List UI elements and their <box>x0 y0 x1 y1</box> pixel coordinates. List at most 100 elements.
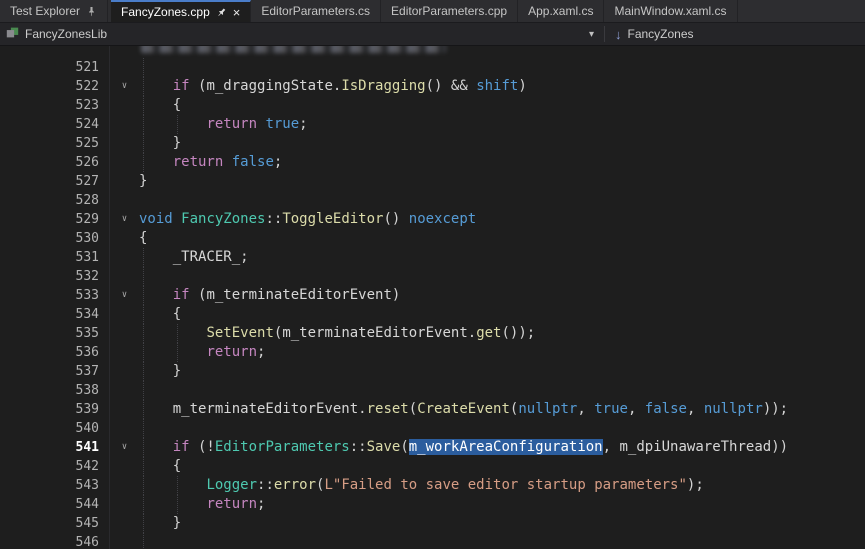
project-dropdown[interactable]: FancyZonesLib ▾ <box>0 23 604 45</box>
code-line[interactable]: 539 m_terminateEditorEvent.reset(CreateE… <box>0 400 865 419</box>
code-token: { <box>139 230 147 246</box>
code-text[interactable]: } <box>139 514 865 533</box>
code-line[interactable]: 546 <box>0 533 865 549</box>
member-dropdown[interactable]: ↓ FancyZones <box>605 23 704 45</box>
code-text[interactable] <box>139 267 865 286</box>
tab-test-explorer[interactable]: Test Explorer <box>0 0 108 22</box>
code-line[interactable]: 544 return; <box>0 495 865 514</box>
code-line[interactable]: 522∨ if (m_draggingState.IsDragging() &&… <box>0 77 865 96</box>
code-token: } <box>139 135 181 151</box>
code-text[interactable]: Logger::error(L"Failed to save editor st… <box>139 476 865 495</box>
code-line[interactable]: 530{ <box>0 229 865 248</box>
code-line[interactable]: 537 } <box>0 362 865 381</box>
line-number: 542 <box>0 457 110 476</box>
code-text[interactable] <box>139 381 865 400</box>
code-text[interactable]: SetEvent(m_terminateEditorEvent.get()); <box>139 324 865 343</box>
code-token: (! <box>190 439 215 455</box>
code-lines: 521522∨ if (m_draggingState.IsDragging()… <box>0 46 865 549</box>
code-text[interactable]: void FancyZones::ToggleEditor() noexcept <box>139 210 865 229</box>
fold-arrow-icon[interactable]: ∨ <box>122 442 127 452</box>
tab-mainwindow-xaml-cs[interactable]: MainWindow.xaml.cs <box>604 0 737 22</box>
code-line[interactable]: 543 Logger::error(L"Failed to save edito… <box>0 476 865 495</box>
code-line[interactable]: 532 <box>0 267 865 286</box>
code-line[interactable]: 541∨ if (!EditorParameters::Save(m_workA… <box>0 438 865 457</box>
code-line[interactable]: 542 { <box>0 457 865 476</box>
code-text[interactable]: } <box>139 362 865 381</box>
code-editor[interactable]: 521522∨ if (m_draggingState.IsDragging()… <box>0 46 865 549</box>
code-token <box>139 154 173 170</box>
chevron-down-icon[interactable]: ▾ <box>589 29 594 40</box>
line-number: 528 <box>0 191 110 210</box>
code-line[interactable]: 535 SetEvent(m_terminateEditorEvent.get(… <box>0 324 865 343</box>
code-line[interactable]: 536 return; <box>0 343 865 362</box>
code-line[interactable]: 521 <box>0 58 865 77</box>
tab-editorparameters-cpp[interactable]: EditorParameters.cpp <box>381 0 518 22</box>
code-line[interactable]: 527} <box>0 172 865 191</box>
fold-margin <box>110 58 139 77</box>
code-text[interactable]: return; <box>139 495 865 514</box>
code-text[interactable]: } <box>139 134 865 153</box>
code-line[interactable]: 533 ∨ if (m_terminateEditorEvent) <box>0 286 865 305</box>
tab-app-xaml-cs[interactable]: App.xaml.cs <box>518 0 604 22</box>
code-text[interactable]: if (m_terminateEditorEvent) <box>139 286 865 305</box>
code-text[interactable]: m_terminateEditorEvent.reset(CreateEvent… <box>139 400 865 419</box>
code-token: , <box>628 401 645 417</box>
tab-editorparameters-cs[interactable]: EditorParameters.cs <box>251 0 381 22</box>
code-token: return <box>173 154 224 170</box>
code-token: nullptr <box>518 401 577 417</box>
code-text[interactable] <box>139 191 865 210</box>
code-text[interactable]: } <box>139 172 865 191</box>
code-token: noexcept <box>409 211 476 227</box>
code-text[interactable] <box>139 419 865 438</box>
fold-arrow-icon[interactable]: ∨ <box>122 214 127 224</box>
fold-margin: ∨ <box>110 438 139 457</box>
line-number: 533 <box>0 286 110 305</box>
code-text[interactable]: _TRACER_; <box>139 248 865 267</box>
fold-arrow-icon[interactable]: ∨ <box>122 81 127 91</box>
code-token <box>139 401 173 417</box>
code-line[interactable]: 529∨void FancyZones::ToggleEditor() noex… <box>0 210 865 229</box>
code-text[interactable]: { <box>139 96 865 115</box>
code-text[interactable]: return false; <box>139 153 865 172</box>
code-line[interactable]: 540 <box>0 419 865 438</box>
code-text[interactable] <box>139 533 865 549</box>
code-text[interactable]: if (m_draggingState.IsDragging() && shif… <box>139 77 865 96</box>
code-text[interactable]: { <box>139 457 865 476</box>
line-number: 543 <box>0 476 110 495</box>
code-token: if <box>173 439 190 455</box>
line-number: 538 <box>0 381 110 400</box>
code-text[interactable]: return; <box>139 343 865 362</box>
tab-fancyzones-cpp[interactable]: FancyZones.cpp× <box>111 0 251 22</box>
code-token: EditorParameters <box>215 439 350 455</box>
code-line[interactable] <box>0 46 865 58</box>
code-line[interactable]: 538 <box>0 381 865 400</box>
code-line[interactable]: 523 { <box>0 96 865 115</box>
code-token: return <box>206 116 257 132</box>
code-text[interactable]: return true; <box>139 115 865 134</box>
code-line[interactable]: 525 } <box>0 134 865 153</box>
pin-icon[interactable] <box>216 7 227 18</box>
close-icon[interactable]: × <box>233 6 241 19</box>
fold-margin: ∨ <box>110 286 139 305</box>
line-number <box>0 46 110 58</box>
code-line[interactable]: 531 _TRACER_; <box>0 248 865 267</box>
code-text[interactable]: { <box>139 229 865 248</box>
code-token: shift <box>476 78 518 94</box>
code-line[interactable]: 528 <box>0 191 865 210</box>
code-line[interactable]: 545 } <box>0 514 865 533</box>
tab-label: App.xaml.cs <box>528 4 593 18</box>
fold-margin <box>110 476 139 495</box>
code-text[interactable]: { <box>139 305 865 324</box>
project-icon <box>6 26 19 42</box>
code-line[interactable]: 534 { <box>0 305 865 324</box>
line-number: 536 <box>0 343 110 362</box>
code-text[interactable]: if (!EditorParameters::Save(m_workAreaCo… <box>139 438 865 457</box>
code-line[interactable]: 524 return true; <box>0 115 865 134</box>
fold-arrow-icon[interactable]: ∨ <box>122 290 127 300</box>
fold-margin <box>110 381 139 400</box>
code-text[interactable] <box>139 46 865 58</box>
code-line[interactable]: 526 return false; <box>0 153 865 172</box>
pin-icon[interactable] <box>86 6 97 17</box>
indent-guide <box>143 115 144 134</box>
code-text[interactable] <box>139 58 865 77</box>
